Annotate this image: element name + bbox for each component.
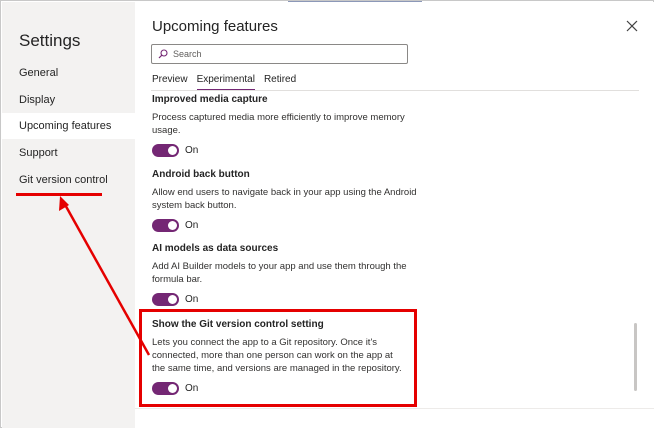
feature-improved-media-capture: Improved media capture Process captured … [152, 93, 612, 157]
feature-title: Show the Git version control setting [152, 319, 324, 330]
toggle-knob [168, 294, 177, 304]
feature-android-back-button: Android back button Allow end users to n… [152, 168, 612, 232]
feature-toggle-row: On [152, 143, 612, 157]
feature-title: Android back button [152, 169, 250, 180]
toggle-label: On [185, 219, 199, 231]
tabs-divider [151, 90, 639, 91]
scrollbar[interactable] [634, 91, 637, 396]
sidebar-item-general[interactable]: General [2, 60, 135, 86]
search-icon [158, 49, 168, 59]
toggle-knob [168, 383, 177, 393]
tab-preview[interactable]: Preview [152, 73, 188, 91]
feature-description: Lets you connect the app to a Git reposi… [152, 337, 402, 374]
tab-retired[interactable]: Retired [264, 73, 296, 91]
feature-tabs: Preview Experimental Retired [152, 73, 305, 91]
toggle-label: On [185, 144, 199, 156]
sidebar-title: Settings [19, 31, 81, 50]
tab-experimental[interactable]: Experimental [196, 73, 256, 91]
feature-toggle-row: On [152, 292, 612, 306]
scrollbar-thumb[interactable] [634, 323, 637, 391]
settings-sidebar: Settings General Display Upcoming featur… [2, 2, 135, 428]
footer-divider [135, 408, 654, 409]
page-title: Upcoming features [152, 18, 278, 35]
toggle-label: On [185, 293, 199, 305]
feature-description: Process captured media more efficiently … [152, 112, 405, 136]
toggle-switch[interactable] [152, 143, 179, 157]
sidebar-item-git-version-control[interactable]: Git version control [2, 167, 135, 193]
feature-title: Improved media capture [152, 94, 268, 105]
sidebar-item-support[interactable]: Support [2, 140, 135, 166]
feature-toggle-row: On [152, 381, 612, 395]
sidebar-item-upcoming-features[interactable]: Upcoming features [2, 113, 135, 139]
close-button[interactable] [622, 16, 642, 36]
main-panel: Upcoming features Preview Experimental R… [135, 2, 654, 428]
toggle-switch[interactable] [152, 218, 179, 232]
toggle-label: On [185, 382, 199, 394]
feature-title: AI models as data sources [152, 243, 279, 254]
feature-description: Add AI Builder models to your app and us… [152, 261, 407, 285]
close-icon [626, 20, 638, 32]
feature-description: Allow end users to navigate back in your… [152, 187, 417, 211]
feature-git-version-control-setting: Show the Git version control setting Let… [152, 318, 612, 395]
search-input[interactable] [173, 49, 393, 59]
toggle-knob [168, 220, 177, 230]
search-box[interactable] [151, 44, 408, 64]
sidebar-item-display[interactable]: Display [2, 87, 135, 113]
toggle-knob [168, 145, 177, 155]
feature-toggle-row: On [152, 218, 612, 232]
feature-ai-models-data-sources: AI models as data sources Add AI Builder… [152, 242, 612, 306]
settings-dialog: Settings General Display Upcoming featur… [0, 0, 654, 428]
toggle-switch[interactable] [152, 292, 179, 306]
toggle-switch[interactable] [152, 381, 179, 395]
annotation-underline [16, 193, 102, 196]
